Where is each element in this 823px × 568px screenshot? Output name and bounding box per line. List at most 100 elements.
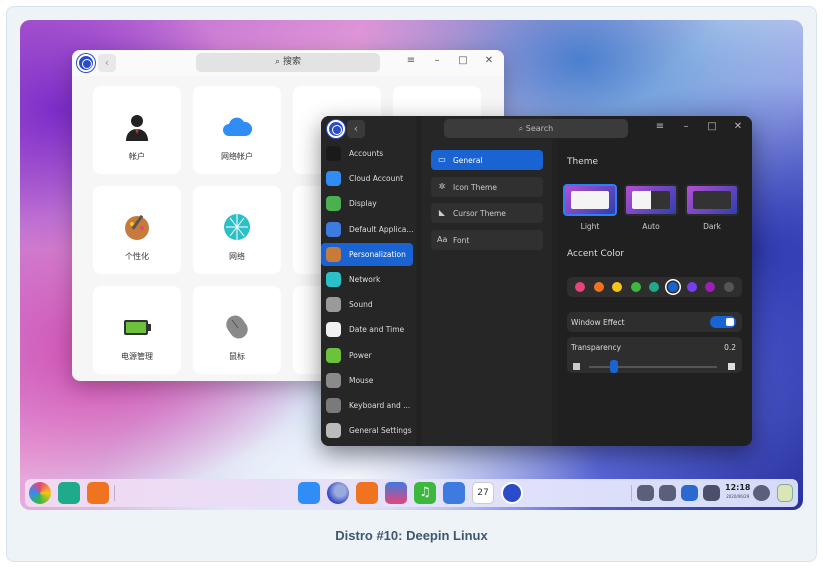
window-effect-toggle[interactable] [710,316,736,328]
network-tray-icon[interactable] [681,485,698,501]
search-icon: ⌕ [275,57,283,67]
sidebar-item[interactable]: Cloud Account [321,167,413,190]
submenu-item[interactable]: ✲ Icon Theme [431,176,543,197]
tile-mouse[interactable]: 鼠标 [193,286,281,374]
transparency-value: 0.2 [724,343,736,352]
transparency-row: Transparency 0.2 [567,337,742,373]
sidebar-item-icon [326,398,341,413]
accent-color-swatch[interactable] [649,282,660,292]
notification-arrow-icon[interactable] [637,485,654,501]
accent-color-swatch[interactable] [612,282,623,292]
sidebar-item-label: Cloud Account [349,174,404,184]
light-titlebar: ‹ ⌕ 搜索 ≡ – □ ✕ [72,50,504,76]
accent-color-swatch[interactable] [575,282,585,292]
tile-accounts[interactable]: 帐户 [93,86,181,174]
maximize-button[interactable]: □ [705,121,719,132]
sidebar-item-label: Display [349,199,377,209]
notification-center-icon[interactable] [753,485,770,501]
sidebar-item[interactable]: Mouse [321,369,413,392]
sidebar-item[interactable]: Sound [321,293,413,316]
tile-network[interactable]: 网络 [193,186,281,274]
dark-search-input[interactable]: ⌕ Search [444,119,628,138]
submenu-item[interactable]: ◣ Cursor Theme [431,203,543,223]
sidebar-item[interactable]: General Settings [321,419,413,442]
tile-power[interactable]: 电源管理 [93,286,181,374]
tile-cloud-account[interactable]: 网络帐户 [193,86,281,174]
keyboard-icon[interactable] [659,485,676,501]
sidebar-item[interactable]: Date and Time [321,318,413,341]
accent-color-swatch[interactable] [593,282,604,292]
submenu-item-icon: ✲ [438,181,446,191]
submenu-item-icon: ◣ [438,208,446,217]
sound-tray-icon[interactable] [703,485,720,501]
dock: ♫ 27 12:18 2020/06/29 [25,479,798,507]
theme-dark-option[interactable] [685,184,739,216]
submenu-item[interactable]: Aa Font [431,229,543,250]
deepin-logo-icon[interactable] [327,120,345,138]
submenu-item[interactable]: ▭ General [431,150,543,170]
browser-icon[interactable] [327,482,349,504]
sidebar-item-label: Date and Time [349,325,405,335]
search-icon: ⌕ [518,124,526,133]
app-store-grid-icon[interactable] [87,482,109,504]
sidebar-item[interactable]: Power [321,344,413,367]
caption: Distro #10: Deepin Linux [335,528,488,543]
sidebar-item-icon [326,423,341,439]
sidebar-item[interactable]: Display [321,192,413,215]
sidebar-item-label: Power [349,350,372,360]
light-search-input[interactable]: ⌕ 搜索 [196,53,380,72]
close-button[interactable]: ✕ [731,121,745,132]
menu-icon[interactable]: ≡ [404,55,418,66]
sidebar-item[interactable]: Keyboard and ... [321,394,413,417]
sidebar-item-icon [326,297,341,313]
sidebar-item-icon [326,246,341,262]
trash-icon[interactable] [777,484,793,502]
accent-color-swatch[interactable] [668,282,678,292]
image-viewer-icon[interactable] [385,482,407,504]
sidebar-item[interactable]: Accounts [321,142,413,165]
app-store-icon[interactable] [356,482,378,504]
user-icon [126,115,148,141]
personalization-submenu: ▭ General ✲ Icon Theme ◣ Cursor Theme Aa Font [422,116,552,446]
deepin-logo-icon[interactable] [77,54,95,72]
multitasking-view-icon[interactable] [58,482,80,504]
network-globe-icon [224,214,250,240]
control-center-icon[interactable] [501,482,523,504]
document-viewer-icon[interactable] [443,482,465,504]
sidebar-item[interactable]: Personalization [321,242,413,266]
transparency-slider-thumb[interactable] [610,360,618,373]
accent-color-swatch[interactable] [705,282,716,292]
file-manager-icon[interactable] [298,482,320,504]
transparency-slider-track[interactable] [589,366,717,368]
accent-color-swatch[interactable] [723,282,734,292]
music-icon[interactable]: ♫ [414,482,436,504]
back-button[interactable]: ‹ [347,120,365,138]
theme-preview [632,191,670,209]
tile-personalization[interactable]: 个性化 [93,186,181,274]
sidebar-item-label: Keyboard and ... [349,401,411,410]
sidebar-item[interactable]: Default Applica... [321,218,413,241]
maximize-button[interactable]: □ [456,55,470,66]
sidebar-item[interactable]: Network [321,268,413,291]
transparency-label: Transparency [571,343,622,352]
minimize-button[interactable]: – [430,55,444,66]
sidebar-item-icon [326,347,341,363]
sidebar-item-icon [326,322,341,338]
theme-light-option[interactable] [563,184,617,216]
clock[interactable]: 12:18 2020/06/29 [725,483,750,501]
accent-color-swatch[interactable] [630,282,641,292]
high-transparency-icon [728,363,735,370]
sidebar-item-icon [326,171,341,187]
sidebar-item-label: General Settings [349,426,412,436]
sidebar-item-icon [326,372,341,388]
sidebar-item-label: Mouse [349,375,374,385]
launcher-icon[interactable] [29,482,51,504]
window-effect-row: Window Effect [567,312,742,332]
back-button[interactable]: ‹ [98,54,116,72]
menu-icon[interactable]: ≡ [653,121,667,132]
calendar-icon[interactable]: 27 [472,482,494,504]
close-button[interactable]: ✕ [482,55,496,66]
accent-color-swatch[interactable] [686,282,697,292]
theme-auto-option[interactable] [624,184,678,216]
minimize-button[interactable]: – [679,121,693,132]
